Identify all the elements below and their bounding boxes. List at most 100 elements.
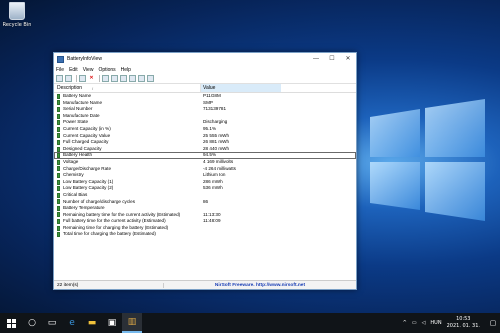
battery-icon <box>57 139 60 145</box>
store-button[interactable]: ▣ <box>102 313 122 333</box>
battery-log-view-icon[interactable] <box>65 75 72 82</box>
refresh-icon[interactable] <box>129 75 136 82</box>
language-indicator[interactable]: HUN <box>430 320 441 326</box>
row-description-text: Current Capacity Value <box>63 132 111 138</box>
maximize-button[interactable]: ☐ <box>324 53 340 65</box>
network-icon[interactable]: ▭ <box>412 320 417 326</box>
save-icon[interactable] <box>102 75 109 82</box>
battery-icon <box>57 93 60 99</box>
title-bar[interactable]: BatteryInfoView — ☐ ✕ <box>54 53 356 65</box>
battery-icon <box>57 146 60 152</box>
table-row[interactable]: Critical Bias <box>54 192 356 199</box>
edge-icon: e <box>69 318 75 328</box>
table-row[interactable]: Full battery time for the current activi… <box>54 218 356 225</box>
table-row[interactable]: Power State Discharging <box>54 119 356 126</box>
row-description: Battery Name <box>54 93 201 100</box>
table-row[interactable]: Low Battery Capacity (2) 536 mWh <box>54 185 356 192</box>
battery-icon <box>57 153 60 159</box>
window-title: BatteryInfoView <box>67 56 102 62</box>
notification-icon[interactable]: ▢ <box>488 319 498 327</box>
row-description: Battery Temperature <box>54 205 201 212</box>
task-view-button[interactable]: ▭ <box>42 313 62 333</box>
battery-info-list[interactable]: Battery Name P11G8M Manufacture Name SMP Ser… <box>54 93 356 265</box>
search-button[interactable]: ○ <box>22 313 42 333</box>
battery-icon <box>57 133 60 139</box>
row-value: Discharging <box>203 119 228 125</box>
clock[interactable]: 10:53 2021. 01. 31. <box>447 316 480 330</box>
toolbar-separator <box>99 75 100 82</box>
close-button[interactable]: ✕ <box>340 53 356 65</box>
column-header-value-label: Value <box>203 85 216 91</box>
table-row[interactable]: Chemistry Lithium Ion <box>54 172 356 179</box>
table-row[interactable]: Voltage 4 169 millivolts <box>54 159 356 166</box>
table-row[interactable]: Low Battery Capacity (1) 286 mWh <box>54 179 356 186</box>
row-description: Remaining battery time for the current a… <box>54 212 201 219</box>
delete-icon[interactable]: ✕ <box>88 75 95 82</box>
table-row[interactable]: Designed Capacity 28 440 mWh <box>54 146 356 153</box>
batteryinfoview-window[interactable]: BatteryInfoView — ☐ ✕ File Edit View Opt… <box>53 52 357 290</box>
row-description-text: Voltage <box>63 158 79 164</box>
menu-view[interactable]: View <box>83 67 94 73</box>
recycle-bin-shortcut[interactable]: Recycle Bin <box>2 2 32 28</box>
row-description: Charge/Discharge Rate <box>54 166 201 173</box>
table-row[interactable]: Current Capacity (in %) 95.1% <box>54 126 356 133</box>
row-description-text: Manufacture Name <box>63 99 103 105</box>
battery-info-view-icon[interactable] <box>56 75 63 82</box>
battery-icon <box>57 205 60 211</box>
column-header-value[interactable]: Value <box>201 84 281 92</box>
about-icon[interactable] <box>147 75 154 82</box>
table-row[interactable]: Battery Temperature <box>54 205 356 212</box>
battery-icon <box>57 179 60 185</box>
table-row[interactable]: Serial Number 713139781 <box>54 106 356 113</box>
row-description-text: Battery Temperature <box>63 205 105 211</box>
table-row[interactable]: Manufacture Name SMP <box>54 100 356 107</box>
table-row[interactable]: Battery Health 94.5% <box>54 152 356 159</box>
row-description-text: Remaining battery time for the current a… <box>63 211 181 217</box>
row-description: Full battery time for the current activi… <box>54 218 201 225</box>
copy-icon[interactable] <box>111 75 118 82</box>
status-bar: 22 item(s) NirSoft Freeware. http://www.… <box>54 280 356 289</box>
column-header-description[interactable]: Description / <box>54 84 201 92</box>
menu-options[interactable]: Options <box>98 67 115 73</box>
row-description-text: Manufacture Date <box>63 112 100 118</box>
menu-help[interactable]: Help <box>121 67 131 73</box>
menu-bar: File Edit View Options Help <box>54 65 356 74</box>
edge-button[interactable]: e <box>62 313 82 333</box>
table-row[interactable]: Full Charged Capacity 26 881 mWh <box>54 139 356 146</box>
search-icon: ○ <box>28 318 36 328</box>
table-row[interactable]: Current Capacity Value 25 555 mWh <box>54 133 356 140</box>
row-description: Low Battery Capacity (2) <box>54 185 201 192</box>
table-row[interactable]: Manufacture Date <box>54 113 356 120</box>
menu-edit[interactable]: Edit <box>69 67 78 73</box>
battery-icon <box>57 166 60 172</box>
row-value: 25 555 mWh <box>203 132 230 138</box>
row-description-text: Total time for charging the battery (Est… <box>63 231 156 237</box>
table-row[interactable]: Charge/Discharge Rate -4 264 milliwatts <box>54 166 356 173</box>
row-description: Full Charged Capacity <box>54 139 201 146</box>
html-report-icon[interactable] <box>120 75 127 82</box>
taskbar: ○ ▭ e ▬ ▣ ▥ ^ ▭ ◁ HUN 10:53 2021. 01. 31… <box>0 313 500 333</box>
table-row[interactable]: Number of charge/discharge cycles 86 <box>54 199 356 206</box>
menu-file[interactable]: File <box>56 67 64 73</box>
row-description: Battery Health <box>54 152 201 159</box>
minimize-button[interactable]: — <box>308 53 324 65</box>
search-icon[interactable] <box>138 75 145 82</box>
row-value: -4 264 milliwatts <box>203 165 236 171</box>
nirsoft-link[interactable]: NirSoft Freeware. http://www.nirsoft.net <box>164 283 356 288</box>
batteryinfoview-taskbar-button[interactable]: ▥ <box>122 313 142 333</box>
start-icon <box>6 318 16 328</box>
table-row[interactable]: Total time for charging the battery (Est… <box>54 231 356 238</box>
battery-icon <box>57 212 60 218</box>
row-description: Manufacture Name <box>54 100 201 107</box>
table-row[interactable]: Remaining time for charging the battery … <box>54 225 356 232</box>
table-row[interactable]: Battery Name P11G8M <box>54 93 356 100</box>
start-button[interactable] <box>0 313 22 333</box>
row-value: 4 169 millivolts <box>203 158 234 164</box>
table-row[interactable]: Remaining battery time for the current a… <box>54 212 356 219</box>
file-explorer-button[interactable]: ▬ <box>82 313 102 333</box>
row-description: Voltage <box>54 159 201 166</box>
row-description-text: Serial Number <box>63 106 93 112</box>
chevron-up-icon[interactable]: ^ <box>403 320 407 326</box>
volume-icon[interactable]: ◁ <box>422 320 426 326</box>
properties-icon[interactable] <box>79 75 86 82</box>
